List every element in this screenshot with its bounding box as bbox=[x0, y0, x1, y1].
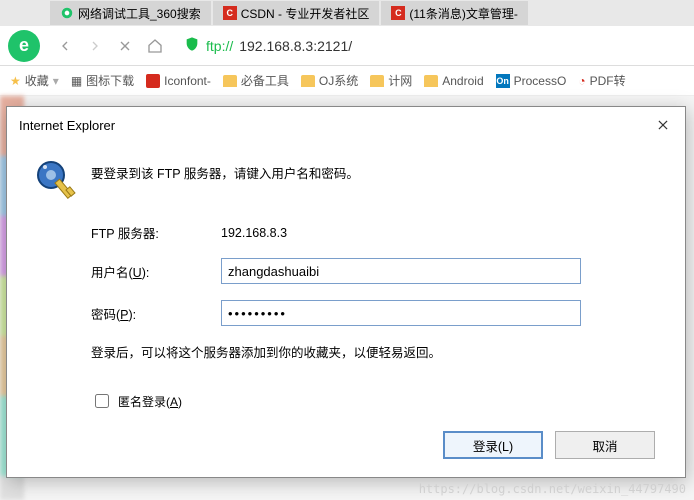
dialog-prompt: 要登录到该 FTP 服务器，请键入用户名和密码。 bbox=[91, 157, 359, 182]
bookmark-tools[interactable]: 必备工具 bbox=[223, 72, 289, 89]
tab-label: 网络调试工具_360搜索 bbox=[78, 5, 201, 22]
csdn-icon: C bbox=[391, 6, 405, 20]
home-button[interactable] bbox=[146, 37, 164, 55]
dialog-title: Internet Explorer bbox=[19, 118, 115, 133]
stop-button[interactable] bbox=[116, 37, 134, 55]
star-icon: ★ bbox=[10, 74, 21, 88]
username-label: 用户名(U): bbox=[91, 262, 221, 281]
bookmark-label: 计网 bbox=[388, 72, 412, 89]
cancel-button[interactable]: 取消 bbox=[555, 431, 655, 459]
address-bar[interactable]: ftp:// 192.168.8.3:2121/ bbox=[176, 36, 686, 55]
bookmark-label: 图标下载 bbox=[86, 72, 134, 89]
tab-360search[interactable]: 网络调试工具_360搜索 bbox=[50, 1, 211, 25]
bookmark-label: PDF转 bbox=[590, 72, 626, 89]
tab-strip: 网络调试工具_360搜索 C CSDN - 专业开发者社区 C (11条消息)文… bbox=[0, 0, 694, 26]
back-button[interactable] bbox=[56, 37, 74, 55]
anonymous-checkbox[interactable] bbox=[95, 394, 109, 408]
tab-icon-360 bbox=[60, 6, 74, 20]
dialog-hint: 登录后，可以将这个服务器添加到你的收藏夹，以便轻易返回。 bbox=[91, 342, 659, 361]
username-input[interactable] bbox=[221, 258, 581, 284]
iconfont-icon bbox=[146, 74, 160, 88]
bookmark-label: OJ系统 bbox=[319, 72, 358, 89]
csdn-icon: C bbox=[223, 6, 237, 20]
folder-icon bbox=[223, 75, 237, 87]
tab-label: CSDN - 专业开发者社区 bbox=[241, 5, 370, 22]
url-scheme: ftp:// bbox=[206, 38, 233, 54]
forward-button[interactable] bbox=[86, 37, 104, 55]
url-host: 192.168.8.3:2121/ bbox=[239, 38, 352, 54]
shield-icon bbox=[184, 36, 200, 55]
folder-icon bbox=[370, 75, 384, 87]
tab-csdn-msgs[interactable]: C (11条消息)文章管理- bbox=[381, 1, 527, 25]
server-label: FTP 服务器: bbox=[91, 223, 221, 242]
bookmark-android[interactable]: Android bbox=[424, 74, 483, 88]
folder-icon bbox=[424, 75, 438, 87]
password-input[interactable] bbox=[221, 300, 581, 326]
browser-logo[interactable]: e bbox=[8, 30, 40, 62]
key-icon bbox=[33, 157, 81, 205]
bookmark-label: ProcessO bbox=[514, 74, 567, 88]
folder-icon bbox=[301, 75, 315, 87]
processon-icon: On bbox=[496, 74, 510, 88]
pdf-icon: ◔ bbox=[578, 74, 585, 88]
bookmark-pdf[interactable]: ◔ PDF转 bbox=[578, 72, 625, 89]
tab-label: (11条消息)文章管理- bbox=[409, 5, 517, 22]
bookmark-label: Android bbox=[442, 74, 483, 88]
bookmark-icons8[interactable]: ▦ 图标下载 bbox=[71, 72, 134, 89]
bookmark-label: Iconfont- bbox=[164, 74, 211, 88]
grid-icon: ▦ bbox=[71, 74, 82, 88]
password-label: 密码(P): bbox=[91, 304, 221, 323]
anonymous-label[interactable]: 匿名登录(A) bbox=[118, 393, 182, 410]
close-button[interactable] bbox=[653, 115, 673, 135]
bookmark-iconfont[interactable]: Iconfont- bbox=[146, 74, 211, 88]
server-value: 192.168.8.3 bbox=[221, 226, 287, 240]
bookmark-processon[interactable]: On ProcessO bbox=[496, 74, 567, 88]
nav-bar: e ftp:// 192.168.8.3:2121/ bbox=[0, 26, 694, 66]
ftp-login-dialog: Internet Explorer 要登录到该 FTP 服务器，请键入用户名和密… bbox=[6, 106, 686, 478]
favorites-label: 收藏 bbox=[25, 72, 49, 89]
login-button[interactable]: 登录(L) bbox=[443, 431, 543, 459]
bookmark-network[interactable]: 计网 bbox=[370, 72, 412, 89]
favorites-button[interactable]: ★ 收藏 ▾ bbox=[10, 72, 59, 89]
bookmark-oj[interactable]: OJ系统 bbox=[301, 72, 358, 89]
bookmark-bar: ★ 收藏 ▾ ▦ 图标下载 Iconfont- 必备工具 OJ系统 计网 And… bbox=[0, 66, 694, 96]
tab-csdn[interactable]: C CSDN - 专业开发者社区 bbox=[213, 1, 380, 25]
bookmark-label: 必备工具 bbox=[241, 72, 289, 89]
watermark: https://blog.csdn.net/weixin_44797490 bbox=[419, 482, 686, 496]
